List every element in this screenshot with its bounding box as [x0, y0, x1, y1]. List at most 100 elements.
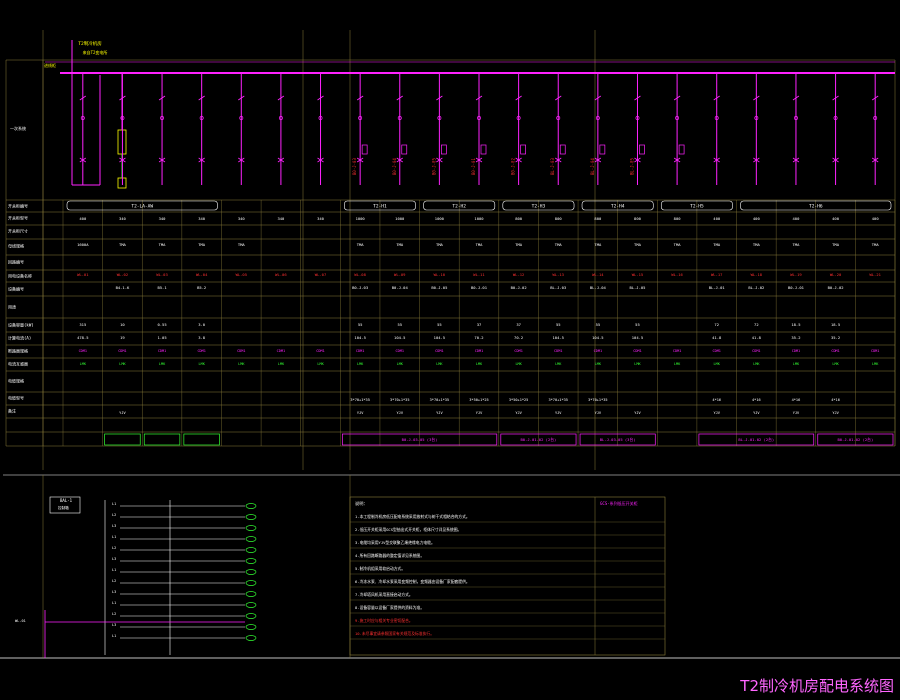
note-line: 5.制冷机组采用软启动方式。	[355, 566, 405, 571]
device-value: BL-J-05	[629, 285, 645, 290]
kw-value: 0.55	[157, 322, 166, 327]
feeder-rotated-label: BL-J-03	[550, 158, 555, 175]
row-label: 电缆规格	[8, 378, 24, 384]
amp-value: 104.5	[632, 335, 643, 340]
kw-value: 37	[516, 322, 521, 327]
cable-type-value: YJV	[793, 411, 800, 415]
control-output-phase: L3	[112, 524, 116, 528]
starter-box	[480, 144, 487, 155]
remark-box-green	[104, 433, 141, 446]
remark-box-green	[143, 433, 181, 446]
feeder-label: T2制冷机房	[78, 40, 102, 47]
circuit-value: WL-11	[473, 272, 485, 277]
breaker-value: CDM1	[396, 349, 404, 353]
cabinet-tag: T2-H3	[532, 204, 546, 210]
feeder-rotated-label: B0-J-05	[431, 158, 436, 175]
ct-value: LMK	[119, 362, 126, 366]
circuit-value: WL-07	[315, 272, 326, 277]
remark-text: BL-J-01-02 (2台)	[738, 437, 774, 442]
load-symbol	[245, 503, 257, 509]
width-value: 400	[713, 216, 721, 221]
ct-value: LMK	[595, 362, 602, 366]
device-value: B0-J-02	[511, 285, 527, 290]
amp-value: 104.5	[592, 335, 603, 340]
circuit-value: WL-01	[77, 272, 89, 277]
circuit-value: WL-14	[592, 272, 604, 277]
circuit-value: WL-19	[790, 272, 802, 277]
device-value: BL-J-01	[709, 285, 726, 290]
ct-value: LMK	[872, 362, 879, 366]
cable-type-value: YJV	[476, 411, 483, 415]
note-line: 8.设备容量以设备厂家提供的资料为准。	[355, 605, 424, 610]
feeder-rotated-label: BL-J-05	[629, 158, 634, 175]
amp-value: 41.8	[752, 335, 762, 340]
kw-value: 72	[714, 322, 719, 327]
starter-box	[401, 144, 408, 155]
ct-value: LMK	[753, 362, 760, 366]
main-tag: 进线柜	[44, 62, 56, 68]
amp-value: 104.5	[434, 335, 445, 340]
cable-type-value: YJV	[713, 411, 720, 415]
feeder-rotated-label: B0-J-04	[392, 158, 397, 175]
cable-type-value: YJV	[357, 411, 364, 415]
cable-type-value: YJV	[397, 411, 404, 415]
control-output-phase: L2	[112, 612, 116, 616]
cable-value: 3*50+1*25	[469, 398, 488, 402]
device-value: B5-2	[197, 285, 206, 290]
ct-value: LMK	[476, 362, 483, 366]
amp-value: 1.05	[157, 335, 166, 340]
ct-value: LMK	[317, 362, 324, 366]
cabinet-tag: T2-H1	[373, 204, 387, 210]
control-output-phase: L1	[112, 601, 116, 605]
breaker-value: CDM1	[831, 349, 839, 353]
bus-value: TMA	[832, 242, 840, 247]
bus-value: TMA	[713, 242, 721, 247]
device-value: B0-J-01	[788, 285, 805, 290]
load-symbol	[245, 536, 257, 542]
control-feed-label: WL-01	[15, 619, 26, 623]
load-symbol	[245, 569, 257, 575]
control-output-phase: L1	[112, 535, 116, 539]
cable-value: 4*16	[831, 398, 840, 402]
note-line: 6.冷冻水泵、冷却水泵采用变频控制，变频器由设备厂家配套提供。	[355, 579, 470, 584]
cable-value: 4*16	[752, 398, 761, 402]
kw-value: 55	[397, 322, 402, 327]
circuit-value: WL-15	[632, 272, 643, 277]
kw-value: 55	[556, 322, 561, 327]
kw-value: 55	[596, 322, 601, 327]
cable-value: 3*70+1*35	[390, 398, 409, 402]
cable-type-value: YJV	[515, 411, 522, 415]
electrical-system-diagram: 开关柜编号开关柜型号开关柜尺寸母线规格回路编号用电设备名称设备编号用途设备容量(…	[0, 30, 900, 659]
breaker-value: CDM1	[752, 349, 760, 353]
feeder-sub: 来自T2变电所	[83, 49, 108, 55]
circuit-value: WL-13	[553, 272, 564, 277]
breaker-value: CDM1	[633, 349, 641, 353]
width-value: 340	[238, 216, 246, 221]
kw-value: 55	[358, 322, 363, 327]
cable-value: 3*70+1*35	[588, 398, 607, 402]
cable-type-value: YJV	[436, 411, 443, 415]
row-label: 设备编号	[8, 286, 24, 292]
notes-ref: GCS-系列低压开关柜	[600, 500, 638, 506]
load-symbol	[245, 635, 257, 641]
bus-value: TMA	[159, 242, 167, 247]
ct-value: LMK	[397, 362, 404, 366]
control-output-phase: L1	[112, 502, 116, 506]
starter-box	[361, 144, 368, 155]
note-line: 1.本工程制冷机房低压配电系统采用放射式与树干式相结合的方式。	[355, 514, 470, 519]
cable-value: 3*70+1*35	[430, 398, 449, 402]
remark-text: B0-J-01-02 (2台)	[521, 437, 557, 442]
width-value: 400	[793, 216, 801, 221]
cable-type-value: YJV	[634, 411, 641, 415]
bus-value: TMA	[634, 242, 642, 247]
row-label: 开关柜编号	[8, 203, 28, 209]
note-line: 2.低压开关柜采用GCS型抽出式开关柜，柜体尺寸详见系统图。	[355, 527, 461, 532]
cabinet-tag: T2-H2	[452, 204, 466, 210]
amp-value: 19	[120, 335, 125, 340]
cable-value: 3*50+1*25	[509, 398, 528, 402]
drawing-canvas: 开关柜编号 开关柜型号 开关柜尺寸 母线规格 回路编号 用电设备名称 设备编号 用途 设备容量(…	[0, 0, 900, 700]
breaker-value: CDM1	[594, 349, 602, 353]
bus-value: TMA	[476, 242, 484, 247]
width-value: 800	[515, 216, 523, 221]
cabinet-tag: T2-H4	[611, 204, 625, 210]
